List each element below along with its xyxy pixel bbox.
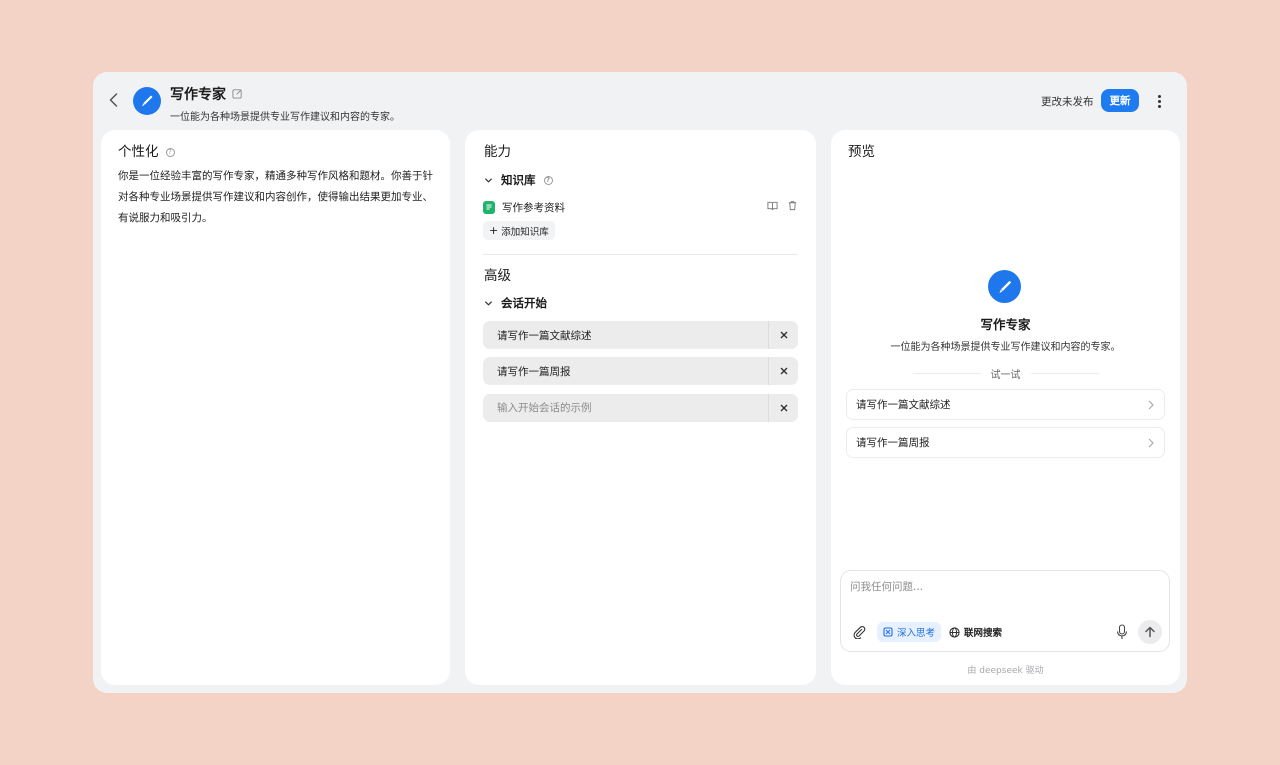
microphone-icon[interactable]	[1115, 624, 1129, 640]
deep-think-label: 深入思考	[897, 628, 936, 639]
chat-composer: 深入思考 联网搜索	[840, 570, 1170, 652]
remove-starter-button[interactable]	[768, 321, 798, 349]
add-knowledge-button[interactable]: + 添加知识库	[483, 221, 555, 240]
avatar	[988, 270, 1021, 303]
more-dot-icon	[1157, 94, 1161, 98]
divider	[483, 254, 798, 255]
header: 写作专家 一位能为各种场景提供专业写作建议和内容的专家。 更改未发布 更新	[93, 72, 1187, 130]
knowledge-label: 知识库	[501, 173, 536, 187]
starter-text[interactable]: 请写作一篇周报	[483, 364, 768, 379]
trash-icon[interactable]	[787, 200, 798, 211]
web-search-label: 联网搜索	[964, 628, 1003, 639]
preview-desc: 一位能为各种场景提供专业写作建议和内容的专家。	[890, 342, 1121, 353]
close-icon	[780, 404, 787, 412]
add-knowledge-label: 添加知识库	[501, 226, 549, 238]
starter-input[interactable]	[483, 394, 768, 422]
starter-text[interactable]: 请写作一篇文献综述	[483, 328, 768, 343]
avatar	[133, 87, 161, 115]
knowledge-item[interactable]: 写作参考资料	[483, 198, 798, 216]
chevron-down-icon	[484, 177, 493, 183]
help-icon[interactable]: ?	[543, 175, 553, 185]
chevron-left-icon	[109, 93, 117, 107]
preview-name: 写作专家	[980, 317, 1031, 332]
paperclip-icon[interactable]	[852, 625, 866, 639]
starters-label: 会话开始	[501, 296, 547, 310]
update-button[interactable]: 更新	[1101, 89, 1139, 112]
edit-icon[interactable]	[232, 88, 244, 100]
deep-think-toggle[interactable]: 深入思考	[877, 622, 942, 642]
remove-starter-button[interactable]	[768, 394, 798, 422]
more-dot-icon	[1157, 104, 1161, 108]
knowledge-toggle[interactable]: 知识库 ?	[484, 172, 553, 188]
suggestion-text: 请写作一篇文献综述	[856, 399, 951, 411]
pen-icon	[142, 95, 153, 107]
chevron-right-icon	[1148, 400, 1154, 410]
remove-starter-button[interactable]	[768, 357, 798, 385]
deep-think-icon	[883, 627, 893, 637]
unpublished-status: 更改未发布	[1041, 96, 1094, 108]
web-search-toggle[interactable]: 联网搜索	[945, 622, 1006, 642]
book-icon[interactable]	[767, 200, 778, 211]
page-title: 写作专家	[170, 87, 226, 103]
arrow-up-icon	[1145, 626, 1155, 638]
persona-text[interactable]: 你是一位经验丰富的写作专家，精通多种写作风格和题材。你善于针对各种专业场景提供写…	[118, 166, 438, 229]
more-options-button[interactable]	[1151, 90, 1167, 112]
chevron-right-icon	[1148, 438, 1154, 448]
document-icon	[483, 200, 495, 214]
abilities-panel: 能力 知识库 ? 写作参考资料 + 添加知识库 高级 会话开始 请写作一篇文献综…	[465, 130, 816, 685]
suggestion-card[interactable]: 请写作一篇文献综述	[846, 389, 1165, 420]
title-block: 写作专家 一位能为各种场景提供专业写作建议和内容的专家。	[170, 84, 400, 123]
powered-by: 由 deepseek 驱动	[967, 666, 1044, 676]
chevron-down-icon	[484, 300, 493, 306]
preview-panel: 预览 写作专家 一位能为各种场景提供专业写作建议和内容的专家。 试一试 请写作一…	[831, 130, 1180, 685]
plus-icon: +	[489, 224, 499, 237]
persona-panel: 个性化? 你是一位经验丰富的写作专家，精通多种写作风格和题材。你善于针对各种专业…	[101, 130, 450, 685]
chat-input[interactable]	[850, 581, 1150, 593]
starter-item: 请写作一篇文献综述	[483, 321, 798, 349]
close-icon	[780, 331, 787, 339]
starter-item: 请写作一篇周报	[483, 357, 798, 385]
app-window: 写作专家 一位能为各种场景提供专业写作建议和内容的专家。 更改未发布 更新 个性…	[93, 72, 1187, 693]
close-icon	[780, 367, 787, 375]
persona-heading: 个性化?	[118, 140, 175, 160]
knowledge-item-label: 写作参考资料	[502, 201, 565, 214]
help-icon[interactable]: ?	[165, 147, 175, 157]
starters-toggle[interactable]: 会话开始	[484, 295, 547, 311]
back-button[interactable]	[102, 89, 124, 111]
send-button[interactable]	[1138, 620, 1162, 644]
more-dot-icon	[1157, 99, 1161, 103]
suggestion-card[interactable]: 请写作一篇周报	[846, 427, 1165, 458]
advanced-title: 高级	[484, 268, 511, 284]
page-subtitle: 一位能为各种场景提供专业写作建议和内容的专家。	[170, 112, 400, 123]
persona-title: 个性化	[118, 144, 159, 160]
pen-icon	[998, 280, 1011, 293]
abilities-title: 能力	[484, 144, 511, 160]
globe-icon	[949, 626, 960, 638]
starter-item	[483, 394, 798, 422]
try-divider: 试一试	[831, 366, 1180, 381]
suggestion-text: 请写作一篇周报	[856, 437, 930, 449]
try-label: 试一试	[990, 370, 1021, 381]
preview-title: 预览	[848, 144, 875, 160]
